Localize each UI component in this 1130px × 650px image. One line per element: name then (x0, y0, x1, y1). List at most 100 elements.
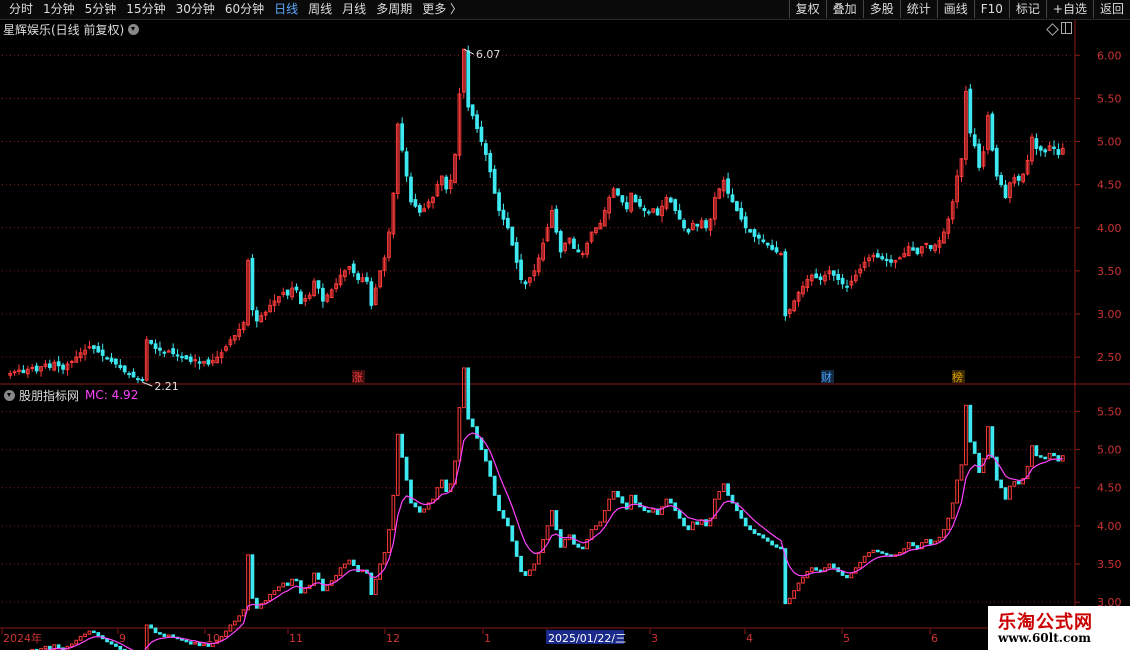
tab-30min[interactable]: 30分钟 (171, 2, 220, 17)
mark-button[interactable]: 标记 (1008, 0, 1046, 18)
tab-5min[interactable]: 5分钟 (80, 2, 122, 17)
candle-body (928, 244, 933, 249)
candle-body (312, 280, 316, 297)
indicator-bar (290, 578, 294, 586)
indicator-bar (69, 643, 74, 647)
indicator-bar (779, 546, 783, 550)
candle-body (673, 199, 678, 211)
indicator-bar (329, 580, 334, 586)
candle-body (528, 277, 532, 283)
overlay-button[interactable]: 叠加 (825, 0, 863, 18)
candle-body (307, 294, 312, 299)
candle-body (730, 194, 735, 203)
candle-body (616, 188, 620, 196)
indicator-bar (1016, 481, 1021, 485)
indicator-bar (188, 641, 193, 645)
action-buttons: 复权 叠加 多股 统计 画线 F10 标记 +自选 返回 (788, 0, 1130, 18)
f10-button[interactable]: F10 (973, 0, 1009, 18)
candle-body (871, 254, 876, 258)
candle-body (34, 365, 39, 372)
candle-body (735, 201, 739, 211)
split-view-icon[interactable] (1061, 22, 1072, 34)
candle-body (140, 378, 145, 381)
indicator-bar (642, 506, 647, 512)
indicator-bar (968, 404, 973, 443)
indicator-bar (87, 630, 92, 635)
candle-body (602, 210, 607, 227)
indicator-bar (871, 549, 876, 554)
indicator-bar (92, 630, 96, 634)
candle-body (8, 373, 13, 376)
indicator-bar (501, 510, 506, 519)
candle-body (21, 369, 26, 374)
indicator-bar (999, 479, 1004, 489)
add-watchlist-button[interactable]: +自选 (1045, 0, 1093, 18)
indicator-bar (655, 508, 660, 515)
indicator-bar (316, 572, 321, 580)
multi-stock-button[interactable]: 多股 (862, 0, 900, 18)
candle-body (39, 366, 43, 372)
date-label: 5 (843, 632, 850, 645)
tab-60min[interactable]: 60分钟 (220, 2, 269, 17)
candle-body (360, 277, 365, 283)
indicator-bar (594, 525, 598, 531)
statistics-button[interactable]: 统计 (899, 0, 937, 18)
restore-rights-button[interactable]: 复权 (788, 0, 826, 18)
candle-body (303, 297, 308, 302)
back-button[interactable]: 返回 (1092, 0, 1130, 18)
indicator-bar (457, 407, 462, 462)
site-watermark: 乐淘公式网 www.60lt.com (988, 606, 1130, 650)
indicator-bar (497, 494, 501, 512)
diamond-icon[interactable] (1046, 23, 1059, 36)
tab-1min[interactable]: 1分钟 (38, 2, 80, 17)
indicator-bar (704, 519, 708, 527)
dropdown-circle-icon[interactable] (128, 23, 140, 35)
indicator-bar (536, 552, 541, 565)
indicator-bar (431, 498, 435, 504)
candle-body (453, 153, 457, 184)
period-toolbar: 分时 1分钟 5分钟 15分钟 30分钟 60分钟 日线 周线 月线 多周期 更… (0, 0, 1130, 20)
tab-weekly[interactable]: 周线 (303, 2, 337, 17)
tab-more[interactable]: 更多 〉 (417, 2, 467, 17)
indicator-bar (651, 508, 656, 513)
tab-15min[interactable]: 15分钟 (121, 2, 170, 17)
candle-body (783, 251, 788, 317)
candle-body (1012, 177, 1017, 184)
draw-line-button[interactable]: 画线 (936, 0, 974, 18)
candle-body (853, 274, 858, 282)
candle-body (818, 276, 823, 280)
candle-body (232, 335, 237, 341)
mc-line (43, 432, 1063, 650)
indicator-bar (638, 502, 642, 508)
tab-daily[interactable]: 日线 (269, 2, 303, 17)
indicator-bar (426, 502, 431, 510)
candle-body (87, 346, 92, 349)
tab-monthly[interactable]: 月线 (337, 2, 371, 17)
indicator-bar (373, 578, 378, 595)
dropdown-circle-icon[interactable] (4, 389, 15, 401)
indicator-bar (990, 426, 995, 458)
indicator-bar (928, 539, 933, 545)
indicator-bar (726, 483, 730, 496)
indicator-bar (602, 510, 607, 523)
tab-fenshi[interactable]: 分时 (4, 2, 38, 17)
candle-body (977, 143, 981, 168)
indicator-bar (964, 404, 968, 466)
indicator-bar (114, 643, 118, 647)
candle-body (779, 253, 783, 256)
candle-body (210, 360, 215, 364)
date-label: 3 (651, 632, 658, 645)
indicator-bar (241, 609, 246, 617)
tab-multi-period[interactable]: 多周期 (371, 2, 417, 17)
indicator-bar (730, 494, 735, 504)
indicator-bar (1047, 452, 1052, 460)
candle-body (184, 355, 189, 360)
indicator-bar (770, 540, 774, 546)
candle-body (906, 246, 911, 257)
indicator-bar (528, 569, 532, 576)
chart-canvas[interactable]: 6.07 2.21 涨 财 榜 2.50 3.00 3.50 4.00 4.50 5.00 5.50… (0, 0, 1130, 650)
indicator-bar (483, 449, 488, 462)
indicator-bar (1060, 455, 1065, 462)
candle-body (959, 158, 964, 177)
candle-body (805, 279, 810, 289)
